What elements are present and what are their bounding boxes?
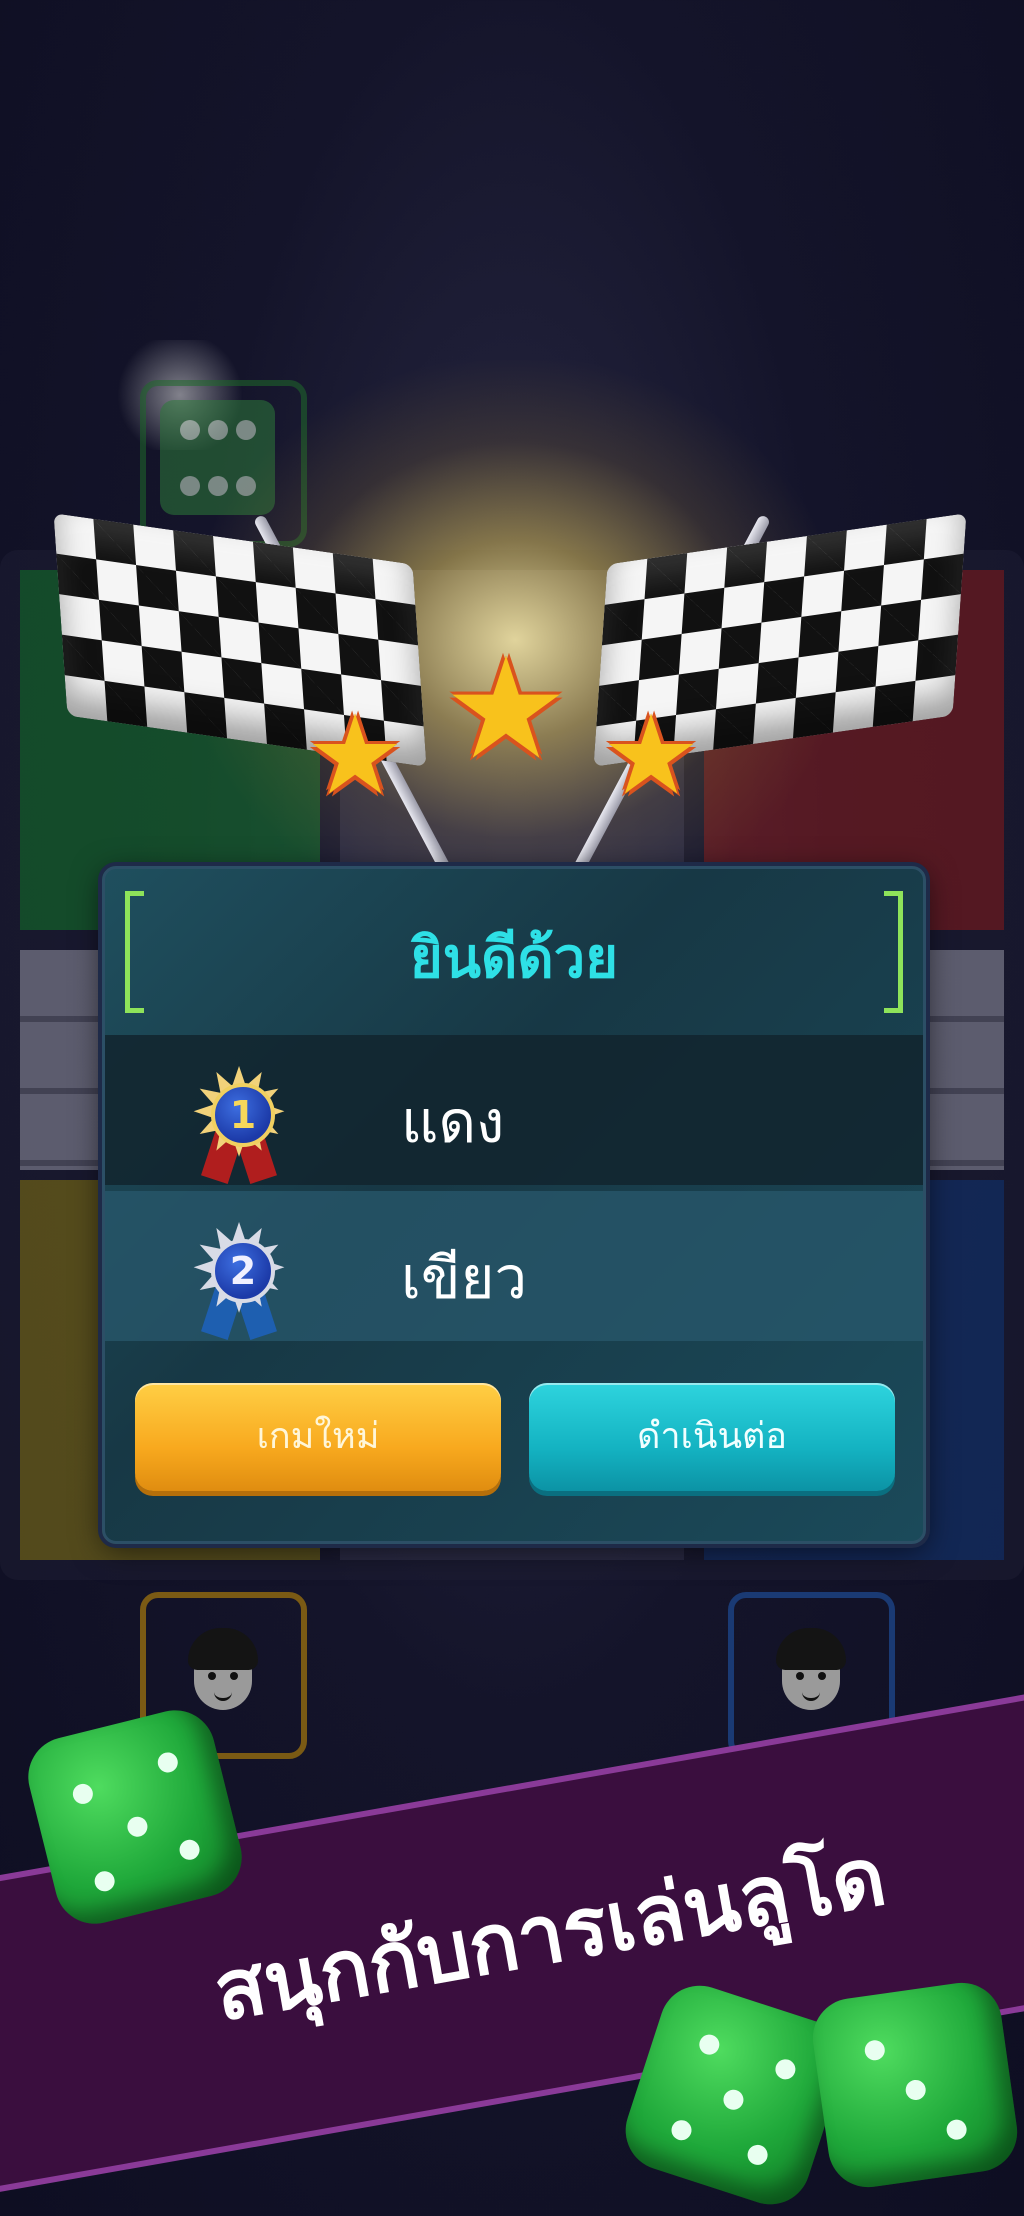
player-name: แดง xyxy=(401,1088,505,1156)
star-icon: ★ xyxy=(305,691,405,819)
new-game-button[interactable]: เกมใหม่ xyxy=(135,1383,501,1491)
dialog-title: ยินดีด้วย xyxy=(409,926,619,991)
avatar-icon xyxy=(772,1628,850,1714)
results-dialog: ยินดีด้วย ✹ 1 แดง ✹ 2 เขียว เกมใหม่ ดำเน… xyxy=(102,866,926,1544)
gold-medal-icon: ✹ 1 xyxy=(179,1055,299,1184)
ranking-row: ✹ 2 เขียว xyxy=(105,1191,923,1341)
star-icon: ★ xyxy=(601,691,701,819)
left-lane xyxy=(20,950,110,1170)
ranking-row: ✹ 1 แดง xyxy=(105,1035,923,1185)
silver-medal-icon: ✹ 2 xyxy=(179,1211,299,1340)
star-icon: ★ xyxy=(443,628,569,791)
continue-button[interactable]: ดำเนินต่อ xyxy=(529,1383,895,1491)
avatar-icon xyxy=(184,1628,262,1714)
player-name: เขียว xyxy=(401,1244,528,1312)
green-dice-icon xyxy=(807,1977,1023,2193)
right-lane xyxy=(914,950,1004,1170)
